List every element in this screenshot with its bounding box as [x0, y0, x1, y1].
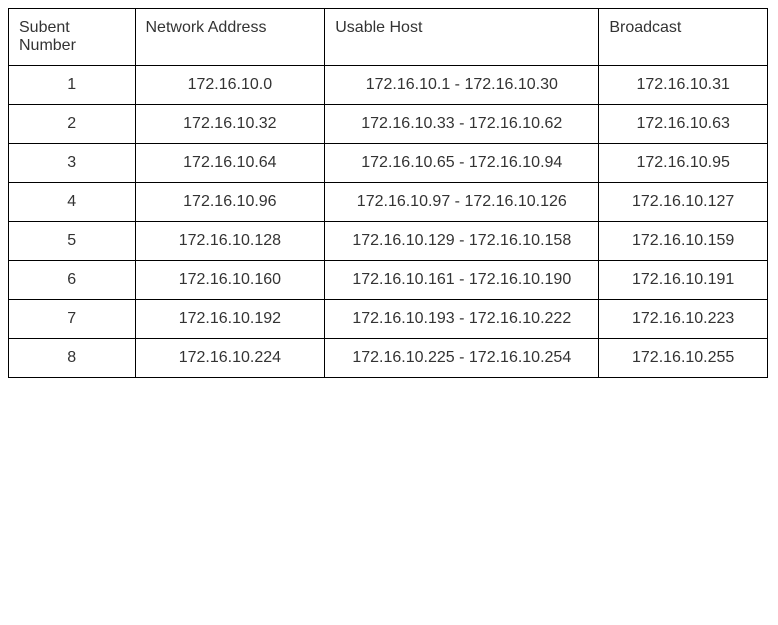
table-row: 6 172.16.10.160 172.16.10.161 - 172.16.1… — [9, 261, 768, 300]
table-row: 3 172.16.10.64 172.16.10.65 - 172.16.10.… — [9, 144, 768, 183]
subnet-table: Subent Number Network Address Usable Hos… — [8, 8, 768, 378]
header-usable-host: Usable Host — [325, 9, 599, 66]
cell-subnet: 7 — [9, 300, 136, 339]
cell-broadcast: 172.16.10.63 — [599, 105, 768, 144]
cell-host: 172.16.10.97 - 172.16.10.126 — [325, 183, 599, 222]
cell-network: 172.16.10.224 — [135, 339, 325, 378]
table-header-row: Subent Number Network Address Usable Hos… — [9, 9, 768, 66]
table-row: 2 172.16.10.32 172.16.10.33 - 172.16.10.… — [9, 105, 768, 144]
header-broadcast: Broadcast — [599, 9, 768, 66]
cell-host: 172.16.10.65 - 172.16.10.94 — [325, 144, 599, 183]
cell-host: 172.16.10.161 - 172.16.10.190 — [325, 261, 599, 300]
cell-broadcast: 172.16.10.31 — [599, 66, 768, 105]
cell-subnet: 3 — [9, 144, 136, 183]
table-row: 5 172.16.10.128 172.16.10.129 - 172.16.1… — [9, 222, 768, 261]
cell-network: 172.16.10.128 — [135, 222, 325, 261]
cell-host: 172.16.10.225 - 172.16.10.254 — [325, 339, 599, 378]
header-subnet-number: Subent Number — [9, 9, 136, 66]
cell-subnet: 1 — [9, 66, 136, 105]
cell-network: 172.16.10.32 — [135, 105, 325, 144]
cell-network: 172.16.10.160 — [135, 261, 325, 300]
cell-host: 172.16.10.1 - 172.16.10.30 — [325, 66, 599, 105]
table-row: 8 172.16.10.224 172.16.10.225 - 172.16.1… — [9, 339, 768, 378]
cell-subnet: 5 — [9, 222, 136, 261]
cell-broadcast: 172.16.10.255 — [599, 339, 768, 378]
cell-broadcast: 172.16.10.223 — [599, 300, 768, 339]
cell-subnet: 2 — [9, 105, 136, 144]
cell-network: 172.16.10.0 — [135, 66, 325, 105]
cell-subnet: 4 — [9, 183, 136, 222]
header-network-address: Network Address — [135, 9, 325, 66]
cell-network: 172.16.10.96 — [135, 183, 325, 222]
cell-subnet: 6 — [9, 261, 136, 300]
cell-broadcast: 172.16.10.127 — [599, 183, 768, 222]
cell-broadcast: 172.16.10.159 — [599, 222, 768, 261]
cell-host: 172.16.10.193 - 172.16.10.222 — [325, 300, 599, 339]
table-row: 1 172.16.10.0 172.16.10.1 - 172.16.10.30… — [9, 66, 768, 105]
cell-host: 172.16.10.33 - 172.16.10.62 — [325, 105, 599, 144]
cell-broadcast: 172.16.10.191 — [599, 261, 768, 300]
cell-broadcast: 172.16.10.95 — [599, 144, 768, 183]
table-row: 4 172.16.10.96 172.16.10.97 - 172.16.10.… — [9, 183, 768, 222]
table-row: 7 172.16.10.192 172.16.10.193 - 172.16.1… — [9, 300, 768, 339]
cell-network: 172.16.10.192 — [135, 300, 325, 339]
cell-subnet: 8 — [9, 339, 136, 378]
cell-network: 172.16.10.64 — [135, 144, 325, 183]
cell-host: 172.16.10.129 - 172.16.10.158 — [325, 222, 599, 261]
